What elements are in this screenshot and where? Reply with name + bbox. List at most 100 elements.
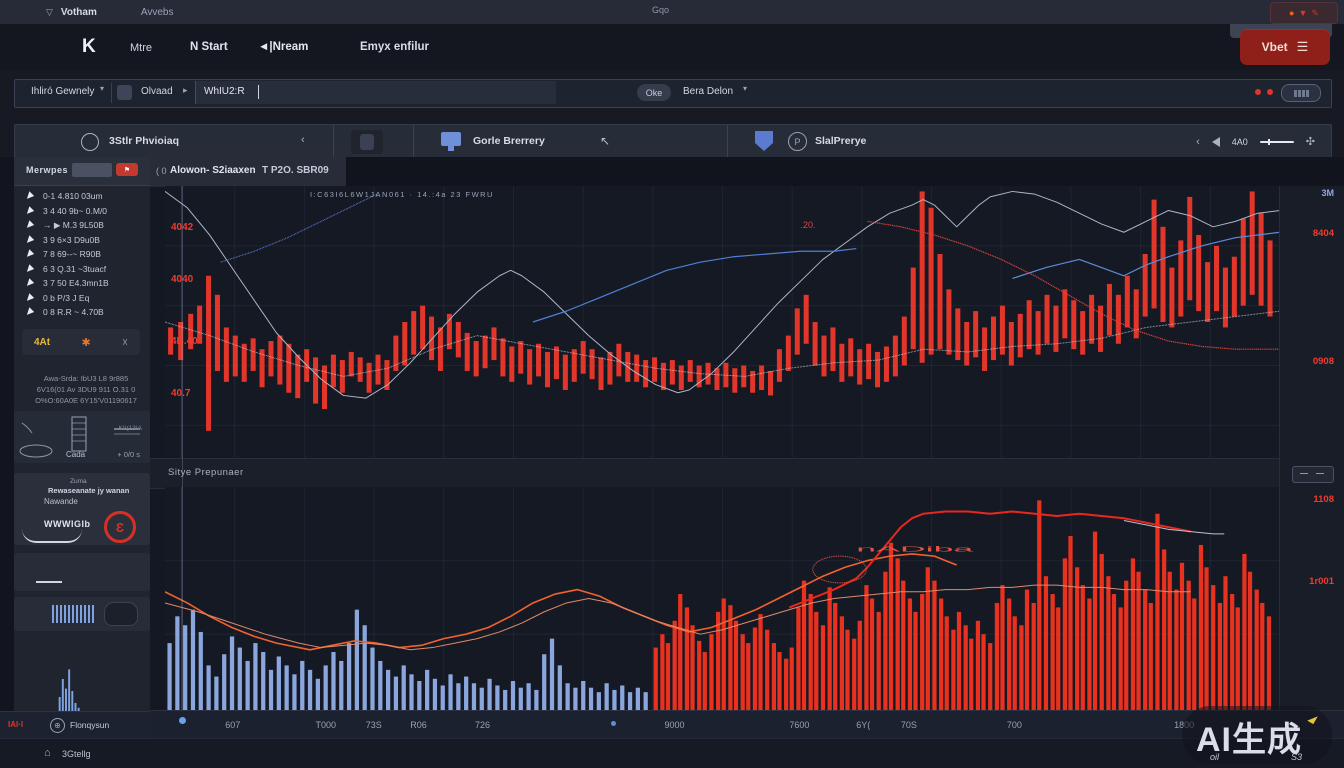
moth-icon[interactable] — [351, 130, 383, 154]
volume-chart-canvas[interactable]: nADiba — [165, 487, 1280, 710]
building-caption: Cada — [66, 450, 85, 459]
cursor-bullet-icon — [27, 278, 35, 287]
flame-icon[interactable]: ✱ — [82, 336, 91, 349]
chart-tab-2[interactable]: T P2O. SBR09 — [262, 165, 329, 176]
cursor-bullet-icon — [27, 235, 35, 244]
user-x-icon[interactable]: ☓ — [122, 336, 128, 349]
crosshair-dot[interactable] — [179, 717, 186, 724]
nav-item-1[interactable]: Mtre — [130, 42, 152, 54]
time-label: 73S — [366, 720, 382, 730]
toolbar-button-2[interactable]: Gorle Brerrery — [473, 135, 545, 147]
toolbar: 3Stlr Phvioiaq ‹ Gorle Brerrery ↖ Ρ Slal… — [14, 124, 1332, 159]
search-value: WhIU2:R — [204, 86, 245, 97]
cursor-bullet-icon — [27, 220, 35, 229]
person-icon: Ρ — [788, 132, 807, 151]
time-label: 70S — [901, 720, 917, 730]
watchlist-label: 3 4 40 9b~ 0.M/0 — [43, 206, 107, 216]
watchlist-label: 3 7 50 E4.3mn1B — [43, 278, 109, 288]
menubar: ▽ Votham Avvebs Gqo ● ▼ ✎ — [0, 0, 1344, 25]
axis-price-label: 1r001 — [1309, 576, 1334, 587]
axis-price-label: 8404 — [1313, 228, 1334, 239]
price-chart-canvas[interactable] — [165, 186, 1280, 458]
watchlist-item[interactable]: 3 4 40 9b~ 0.M/0 — [14, 204, 150, 218]
dropdown-category[interactable]: Ihliró Gewnely — [31, 86, 94, 97]
placeholder-card[interactable] — [14, 553, 150, 591]
time-label: T000 — [316, 720, 337, 730]
watchlist-item[interactable]: 3 7 50 E4.3mn1B — [14, 276, 150, 290]
watchlist-item[interactable]: 6 3 Q.31 ~3tuacf — [14, 262, 150, 276]
watchlist-item[interactable]: 0 8 R.R ~ 4.70B — [14, 305, 150, 319]
settings-label[interactable]: 3Gtellg — [62, 749, 91, 759]
chart-tabs-row: ( 0 Alowon- S2iaaxen T P2O. SBR09 — [150, 157, 1344, 187]
divider — [333, 125, 334, 158]
chart-tab-1[interactable]: Alowon- S2iaaxen — [170, 165, 256, 176]
sidebar-search-box[interactable] — [72, 163, 112, 177]
watchlist-item[interactable]: 3 9 6×3 D9u0B — [14, 233, 150, 247]
brand-logo[interactable]: K — [82, 36, 96, 58]
sidebar-rail — [0, 157, 14, 738]
symbol-search-input[interactable]: WhIU2:R — [195, 81, 556, 104]
toolbar-button-1[interactable]: 3Stlr Phvioiaq — [109, 135, 179, 147]
text-cursor — [258, 85, 259, 99]
chevron-left-icon[interactable]: ‹ — [301, 134, 305, 146]
panel-resize-button[interactable] — [1292, 466, 1334, 483]
axis-price-label: 0908 — [1313, 356, 1334, 367]
group-label[interactable]: Olvaad — [141, 86, 173, 97]
menu-item-2[interactable]: Avvebs — [141, 7, 174, 18]
price-chart-panel[interactable]: I:C63I6L6W1JAN061 · 14.:4a 23 FWRU 4042 … — [165, 186, 1280, 458]
price-axis-column[interactable]: 3M 8404 0908 1108 1r001 — [1279, 186, 1344, 710]
primary-cta-button[interactable]: Vbet ☰ — [1240, 29, 1330, 65]
toolbar-button-3[interactable]: SlalPrerye — [815, 135, 866, 147]
sidebar-tab-header[interactable]: Merwpes ⚑ — [14, 157, 150, 186]
watchlist-item[interactable]: 0 b P/3 J Eq — [14, 291, 150, 305]
zoom-slider[interactable] — [1260, 141, 1294, 143]
settings-flower-icon[interactable]: ✣ — [1306, 135, 1315, 148]
nav-item-2[interactable]: N Start — [190, 41, 228, 53]
nav-item-3[interactable]: ◄|Nream — [258, 41, 308, 53]
keyboard-toggle-button[interactable] — [1281, 84, 1321, 102]
app-logo-icon: ▽ — [46, 7, 53, 18]
watchlist-item[interactable]: 0-1 4.810 03um — [14, 189, 150, 203]
summary-line: 6V16(01 Av 3DU9 911 O.31 0 — [30, 384, 142, 395]
slider-handle[interactable] — [1268, 139, 1270, 145]
filter-pill-button[interactable]: Oke — [637, 84, 671, 101]
quote-card[interactable]: Zuma Rewaseanate jy wanan Nawande WWWIGI… — [14, 473, 150, 545]
price-flag-label: 4B.40 — [171, 336, 198, 347]
price-flag-label: 40.7 — [171, 388, 190, 399]
cursor-icon[interactable]: ↖ — [600, 134, 610, 148]
chart-legend: I:C63I6L6W1JAN061 · 14.:4a 23 FWRU — [310, 190, 494, 199]
watchlist-label: 3 9 6×3 D9u0B — [43, 235, 100, 245]
divider — [413, 125, 414, 158]
building-card[interactable]: KI!(13IA Cada + 0/0 s — [14, 411, 150, 463]
system-tray[interactable]: ● ▼ ✎ — [1270, 2, 1338, 24]
barcode-card[interactable] — [14, 597, 150, 631]
zoom-level-label: 4A0 — [1232, 137, 1248, 147]
watchlist-label: 0-1 4.810 03um — [43, 191, 103, 201]
watchlist-item[interactable]: → ▶ M.3 9L50B — [14, 218, 150, 232]
menu-item-1[interactable]: Votham — [61, 7, 97, 18]
grid-icon[interactable] — [117, 85, 132, 100]
network-label: Flonqysun — [70, 720, 109, 730]
mouse-icon — [104, 602, 138, 626]
watchlist-item[interactable]: 7 8 69--~ R90B — [14, 247, 150, 261]
chevron-right-icon: ▸ — [183, 85, 188, 96]
time-axis[interactable]: 607 T000 73S R06 726 9000 7600 6Y( 70S 7… — [150, 710, 1344, 739]
time-label: 7600 — [789, 720, 809, 730]
cursor-bullet-icon — [27, 249, 35, 258]
shield-icon[interactable] — [755, 131, 773, 151]
time-label: 6Y( — [856, 720, 870, 730]
time-label: 700 — [1007, 720, 1022, 730]
chevron-left-icon[interactable]: ‹ — [1196, 136, 1200, 148]
time-label: 1800 — [1174, 720, 1194, 730]
sidebar-summary: Awa-Srda: IbU3 L8 9r885 6V16(01 Av 3DU9 … — [30, 373, 142, 406]
cursor-bullet-icon — [27, 206, 35, 215]
time-axis-inner: 607 T000 73S R06 726 9000 7600 6Y( 70S 7… — [165, 711, 1280, 739]
watchlist: 0-1 4.810 03um 3 4 40 9b~ 0.M/0 → ▶ M.3 … — [14, 189, 150, 320]
coin-icon[interactable]: 4At — [34, 337, 50, 348]
volume-chart-panel[interactable]: nADiba — [165, 487, 1280, 710]
marker-dot[interactable] — [611, 721, 616, 726]
dropdown-secondary[interactable]: Bera Delon — [683, 86, 733, 97]
home-icon[interactable]: ⌂ — [44, 747, 51, 759]
speaker-icon[interactable] — [1212, 137, 1220, 147]
brand-wordmark: WWWIGIb — [44, 519, 90, 529]
